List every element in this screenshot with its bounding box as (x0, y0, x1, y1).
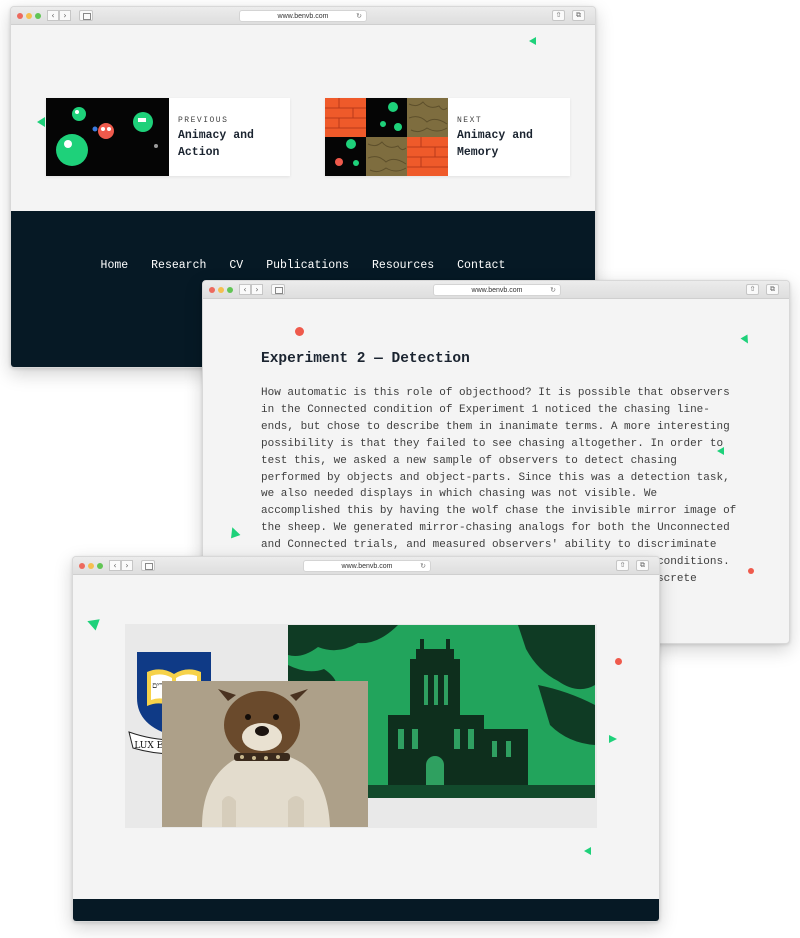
body-line: How automatic is this role of objecthood… (261, 387, 730, 399)
next-post-card[interactable]: NEXT Animacy and Memory (325, 98, 570, 176)
tabs-icon[interactable]: ⧉ (636, 560, 649, 571)
close-window-button[interactable] (209, 287, 215, 293)
animacy-action-thumbnail (46, 98, 169, 176)
sidebar-toggle-icon[interactable] (79, 10, 93, 21)
decor-triangle (85, 615, 100, 631)
reload-icon[interactable]: ↻ (550, 285, 556, 296)
back-button[interactable]: ‹ (239, 284, 251, 295)
forward-button[interactable]: › (121, 560, 133, 571)
back-button[interactable]: ‹ (109, 560, 121, 571)
footer-link-contact[interactable]: Contact (446, 259, 517, 272)
decor-triangle (609, 735, 617, 743)
zoom-window-button[interactable] (97, 563, 103, 569)
close-window-button[interactable] (79, 563, 85, 569)
reload-icon[interactable]: ↻ (356, 11, 362, 22)
next-kicker: NEXT (457, 116, 483, 125)
body-line: in the Connected condition of Experiment… (261, 403, 710, 416)
address-bar[interactable]: www.benvb.com ↻ (239, 10, 367, 22)
tabs-icon[interactable]: ⧉ (766, 284, 779, 295)
site-footer (73, 899, 659, 921)
close-window-button[interactable] (17, 13, 23, 19)
footer-link-research[interactable]: Research (140, 259, 218, 272)
stage: ‹ › www.benvb.com ↻ ⇧ ⧉ PREVIOUS Animacy… (0, 0, 800, 938)
url-text: www.benvb.com (341, 563, 393, 570)
body-line: test this, we asked a new sample of obse… (261, 454, 677, 467)
url-text: www.benvb.com (471, 287, 523, 294)
zoom-window-button[interactable] (227, 287, 233, 293)
window-controls (209, 287, 233, 293)
share-icon[interactable]: ⇧ (746, 284, 759, 295)
footer-link-home[interactable]: Home (89, 259, 140, 272)
decor-dot (295, 327, 304, 336)
browser-window-gallery: ‹ › www.benvb.com ↻ ⇧ ⧉ אורים LUX (72, 556, 660, 922)
decor-triangle (227, 525, 241, 539)
minimize-window-button[interactable] (218, 287, 224, 293)
browser-toolbar: ‹ › www.benvb.com ↻ ⇧ ⧉ (203, 281, 789, 299)
previous-post-card[interactable]: PREVIOUS Animacy and Action (46, 98, 290, 176)
previous-kicker: PREVIOUS (178, 116, 229, 125)
body-line: accomplished this by having the wolf cha… (261, 505, 737, 518)
window-controls (17, 13, 41, 19)
decor-triangle (37, 117, 45, 127)
share-icon[interactable]: ⇧ (616, 560, 629, 571)
sidebar-toggle-icon[interactable] (141, 560, 155, 571)
body-line: and Connected trials, and measured obser… (261, 539, 717, 552)
image-collage: אורים ותמים LUX ET VERITAS (125, 624, 597, 828)
footer-nav: Home Research CV Publications Resources … (11, 259, 595, 272)
animacy-memory-thumbnail (325, 98, 448, 176)
browser-toolbar: ‹ › www.benvb.com ↻ ⇧ ⧉ (73, 557, 659, 575)
decor-triangle (740, 334, 752, 346)
back-button[interactable]: ‹ (47, 10, 59, 21)
decor-dot (615, 658, 622, 665)
decor-triangle (584, 847, 591, 855)
address-bar[interactable]: www.benvb.com ↻ (433, 284, 561, 296)
forward-button[interactable]: › (59, 10, 71, 21)
browser-toolbar: ‹ › www.benvb.com ↻ ⇧ ⧉ (11, 7, 595, 25)
window-controls (79, 563, 103, 569)
body-line: the sheep. We generated mirror-chasing a… (261, 522, 730, 535)
minimize-window-button[interactable] (88, 563, 94, 569)
reload-icon[interactable]: ↻ (420, 561, 426, 572)
url-text: www.benvb.com (277, 13, 329, 20)
footer-link-publications[interactable]: Publications (255, 259, 361, 272)
previous-title: Animacy and Action (178, 129, 254, 159)
body-line: we also needed displays in which chasing… (261, 488, 658, 501)
decor-dot (748, 568, 754, 574)
address-bar[interactable]: www.benvb.com ↻ (303, 560, 431, 572)
next-title: Animacy and Memory (457, 129, 533, 159)
decor-triangle (529, 37, 536, 45)
minimize-window-button[interactable] (26, 13, 32, 19)
footer-link-resources[interactable]: Resources (361, 259, 446, 272)
experiment-heading: Experiment 2 — Detection (261, 351, 470, 367)
sidebar-toggle-icon[interactable] (271, 284, 285, 295)
forward-button[interactable]: › (251, 284, 263, 295)
body-line: possibility is that they failed to see c… (261, 437, 724, 450)
zoom-window-button[interactable] (35, 13, 41, 19)
body-line: performed by objects and object-parts. S… (261, 471, 730, 484)
share-icon[interactable]: ⇧ (552, 10, 565, 21)
bulldog-image (162, 681, 368, 827)
body-line: ends, but chose to describe them in inan… (261, 420, 730, 433)
footer-link-cv[interactable]: CV (218, 259, 255, 272)
tabs-icon[interactable]: ⧉ (572, 10, 585, 21)
